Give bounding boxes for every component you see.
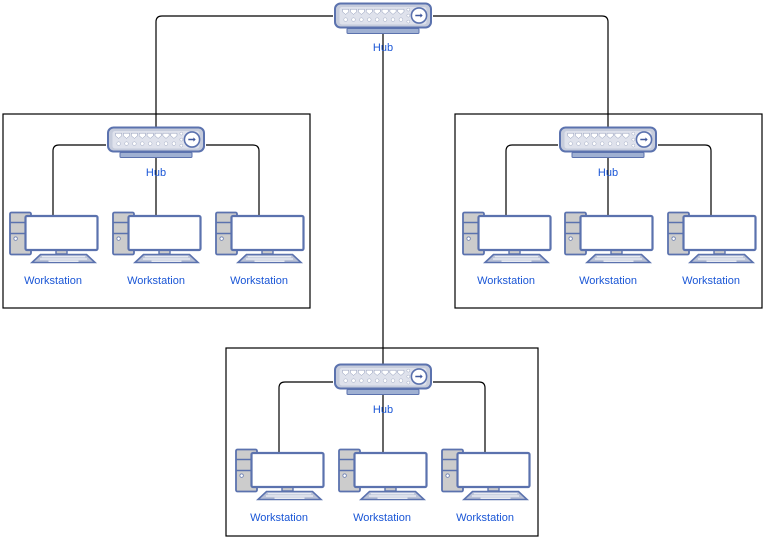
group-bottom: Hub Workstation Workstation Workstation <box>234 363 532 524</box>
link-right-hub-to-ws1 <box>505 144 558 216</box>
group-right: Hub Workstation Workstation Workstation <box>461 126 758 287</box>
ws-bottom-1[interactable] <box>234 446 326 508</box>
hub-right[interactable] <box>558 126 658 160</box>
ws-bottom-2[interactable] <box>337 446 429 508</box>
ws-bottom-3[interactable] <box>440 446 532 508</box>
hub-left[interactable] <box>106 126 206 160</box>
backbone-links <box>155 15 609 364</box>
ws-right-1[interactable] <box>461 209 553 271</box>
diagram-canvas: Hub Workstation Workstation Workstation <box>0 0 765 543</box>
ws-right-1-label: Workstation <box>477 275 535 287</box>
ws-left-3-label: Workstation <box>230 275 288 287</box>
link-left-hub-to-ws3 <box>206 144 260 216</box>
link-right-hub-to-ws3 <box>658 144 712 216</box>
ws-left-2[interactable] <box>111 209 203 271</box>
network-diagram: Hub Workstation Workstation Workstation <box>2 2 763 537</box>
hub-core[interactable] <box>333 2 433 36</box>
hub-core-label: Hub <box>373 42 393 54</box>
link-core-to-left-hub <box>155 15 333 127</box>
ws-right-2-label: Workstation <box>579 275 637 287</box>
ws-right-3-label: Workstation <box>682 275 740 287</box>
ws-right-3[interactable] <box>666 209 758 271</box>
ws-left-2-label: Workstation <box>127 275 185 287</box>
link-bottom-hub-to-ws1 <box>278 381 333 453</box>
ws-bottom-3-label: Workstation <box>456 512 514 524</box>
ws-bottom-1-label: Workstation <box>250 512 308 524</box>
link-bottom-hub-to-ws3 <box>433 381 486 453</box>
ws-left-1-label: Workstation <box>24 275 82 287</box>
hub-bottom-label: Hub <box>373 404 393 416</box>
ws-left-3[interactable] <box>214 209 306 271</box>
link-left-hub-to-ws1 <box>52 144 106 216</box>
hub-right-label: Hub <box>598 167 618 179</box>
ws-left-1[interactable] <box>8 209 100 271</box>
link-core-to-right-hub <box>433 15 609 127</box>
ws-right-2[interactable] <box>563 209 655 271</box>
group-left: Hub Workstation Workstation Workstation <box>8 126 306 287</box>
hub-left-label: Hub <box>146 167 166 179</box>
ws-bottom-2-label: Workstation <box>353 512 411 524</box>
hub-bottom[interactable] <box>333 363 433 397</box>
